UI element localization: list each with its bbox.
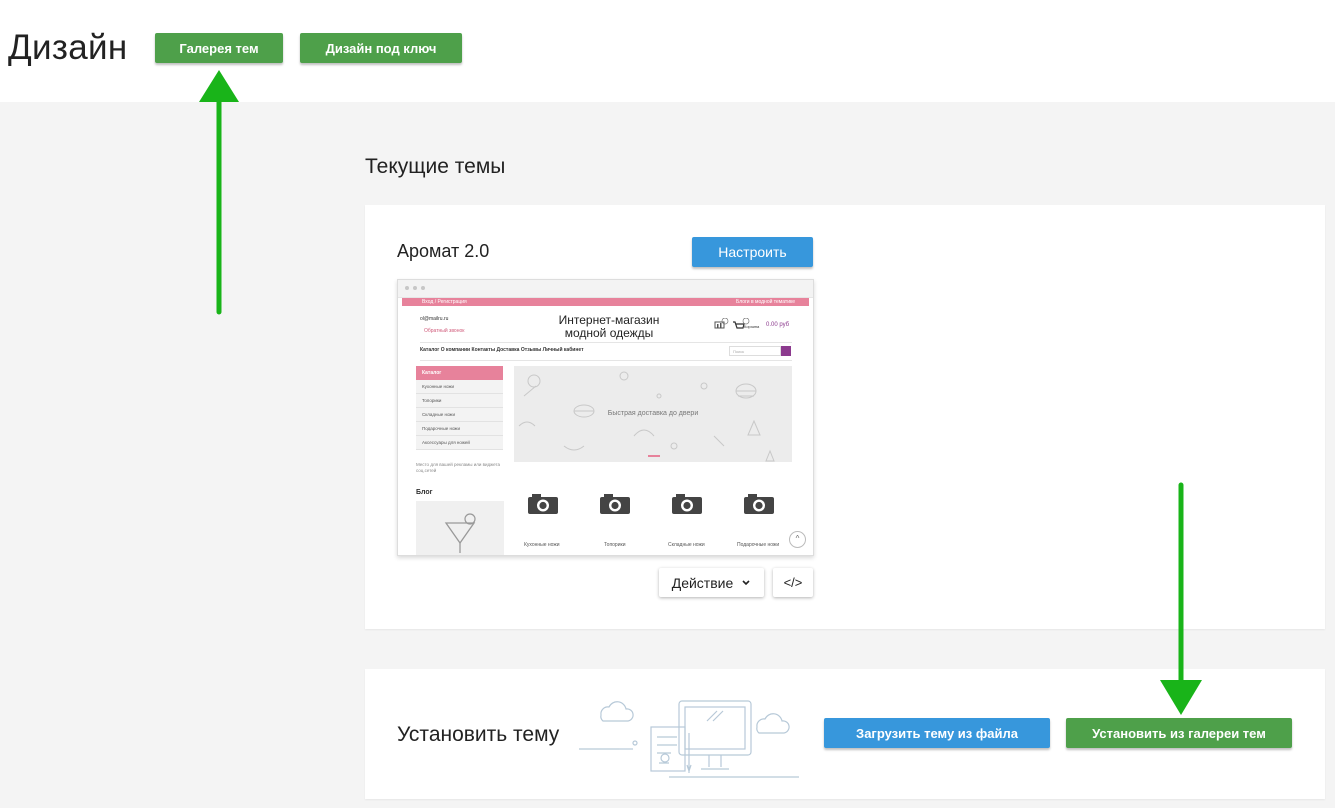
- turnkey-design-button[interactable]: Дизайн под ключ: [300, 33, 462, 63]
- install-theme-title: Установить тему: [397, 723, 560, 746]
- preview-menu: Каталог О компании Контакты Доставка Отз…: [420, 347, 584, 353]
- preview-category: Кухонные ножи: [416, 380, 503, 394]
- preview-product-label: Топорики: [604, 542, 626, 548]
- preview-category: Аксессуары для ножей: [416, 436, 503, 450]
- gallery-button[interactable]: Галерея тем: [155, 33, 283, 63]
- preview-login-link: Вход / Регистрация: [422, 299, 467, 305]
- preview-banner-text: Быстрая доставка до двери: [607, 410, 699, 417]
- preview-product-label: Складные ножи: [668, 542, 705, 548]
- upload-theme-button[interactable]: Загрузить тему из файла: [824, 718, 1050, 748]
- code-editor-button[interactable]: </>: [773, 568, 813, 597]
- preview-shop-title: Интернет-магазин модной одежды: [558, 313, 660, 340]
- action-dropdown-label: Действие: [671, 574, 734, 591]
- preview-blog-link: Блоги в модной тематике: [736, 299, 796, 305]
- preview-search-field: Поиск: [729, 346, 781, 356]
- install-from-gallery-button[interactable]: Установить из галереи тем: [1066, 718, 1292, 748]
- page-title: Дизайн: [8, 28, 128, 67]
- chevron-down-icon: [742, 579, 750, 585]
- action-dropdown[interactable]: Действие: [659, 568, 764, 597]
- install-illustration-icon: [579, 700, 799, 778]
- annotation-arrow-up-icon: [199, 70, 239, 315]
- theme-preview[interactable]: Вход / Регистрация Блоги в модной темати…: [397, 279, 814, 556]
- preview-product-label: Подарочные ножи: [737, 542, 780, 548]
- preview-page: Вход / Регистрация Блоги в модной темати…: [402, 298, 809, 555]
- preview-banner: Быстрая доставка до двери: [514, 366, 792, 462]
- preview-window-chrome: [398, 280, 813, 298]
- camera-icon: [600, 494, 630, 514]
- preview-catalog-head: Каталог: [416, 366, 503, 380]
- preview-callback: Обратный звонок: [424, 328, 465, 334]
- preview-category: Подарочные ножи: [416, 422, 503, 436]
- preview-cart-total: 0.00 руб: [766, 322, 790, 328]
- camera-icon: [672, 494, 702, 514]
- preview-catalog-sidebar: Каталог Кухонные ножи Топорики Складные …: [416, 366, 503, 450]
- preview-category: Складные ножи: [416, 408, 503, 422]
- preview-email: ol@mailru.ru: [420, 316, 449, 322]
- preview-product-label: Кухонные ножи: [524, 542, 560, 548]
- preview-category: Топорики: [416, 394, 503, 408]
- preview-blog-image: [416, 501, 504, 555]
- theme-name: Аромат 2.0: [397, 241, 490, 261]
- preview-ad-text: Место для вашей рекламы или виджета соц.…: [416, 462, 501, 473]
- camera-icon: [744, 494, 774, 514]
- current-themes-title: Текущие темы: [365, 155, 506, 178]
- preview-scroll-up-icon: ^: [789, 531, 806, 548]
- preview-blog-title: Блог: [416, 489, 433, 496]
- preview-cart-label: Корзина: [744, 324, 760, 329]
- camera-icon: [528, 494, 558, 514]
- preview-search-button: [781, 346, 791, 356]
- annotation-arrow-down-icon: [1160, 482, 1202, 715]
- configure-button[interactable]: Настроить: [692, 237, 813, 267]
